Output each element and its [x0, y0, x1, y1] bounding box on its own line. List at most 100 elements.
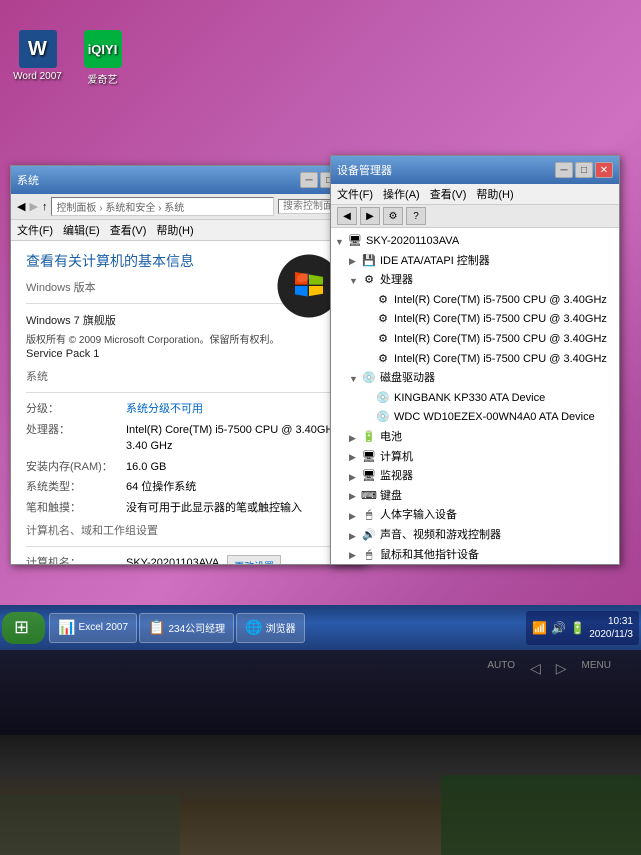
rating-value[interactable]: 系统分级不可用 [126, 401, 203, 418]
devmgr-properties-btn[interactable]: ⚙ [383, 207, 403, 225]
desktop: W Word 2007 iQIYI 爱奇艺 系统 ─ □ ✕ ◀ ▶ ↑ [0, 0, 641, 855]
menu-file[interactable]: 文件(F) [17, 222, 53, 238]
tree-arrow-battery: ▶ [349, 431, 361, 445]
bezel-btn1[interactable]: ◁ [530, 660, 541, 677]
system-section-label: 系统 [26, 368, 349, 384]
tree-root[interactable]: ▼ 🖥 SKY-20201103AVA [335, 232, 615, 252]
tree-ide[interactable]: ▶ 💾 IDE ATA/ATAPI 控制器 [335, 252, 615, 272]
tree-label-cpu1: Intel(R) Core(TM) i5-7500 CPU @ 3.40GHz [394, 292, 607, 310]
cpu4-icon: ⚙ [375, 352, 391, 366]
tree-cpu2[interactable]: ▶ ⚙ Intel(R) Core(TM) i5-7500 CPU @ 3.40… [335, 310, 615, 330]
tree-label-mouse: 鼠标和其他指针设备 [380, 547, 479, 565]
desktop-icon-iqiyi[interactable]: iQIYI 爱奇艺 [75, 30, 130, 86]
devmgr-menu-help[interactable]: 帮助(H) [476, 186, 513, 202]
monitor-bezel: AUTO ◁ ▷ MENU [0, 650, 641, 855]
tray-network-icon[interactable]: 📶 [532, 621, 547, 635]
toolbar-forward-icon[interactable]: ▶ [29, 200, 37, 213]
devmgr-back-btn[interactable]: ◀ [337, 207, 357, 225]
battery-icon: 🔋 [361, 431, 377, 445]
devmgr-forward-btn[interactable]: ▶ [360, 207, 380, 225]
toolbar-up-icon[interactable]: ↑ [42, 201, 48, 213]
tree-arrow-keyboard: ▶ [349, 489, 361, 503]
sysinfo-content: 查看有关计算机的基本信息 Windows 版本 Windows 7 旗舰版 版权… [11, 241, 364, 564]
sysinfo-toolbar: ◀ ▶ ↑ 控制面板 › 系统和安全 › 系统 [11, 194, 364, 220]
tree-label-disk2: WDC WD10EZEX-00WN4A0 ATA Device [394, 409, 595, 427]
tree-arrow-monitor: ▶ [349, 470, 361, 484]
tray-volume-icon[interactable]: 🔊 [551, 621, 566, 635]
ram-value: 16.0 GB [126, 459, 166, 476]
bezel-auto-btn[interactable]: AUTO [487, 660, 515, 677]
tray-battery-icon[interactable]: 🔋 [570, 621, 585, 635]
cpu2-icon: ⚙ [375, 313, 391, 327]
devmgr-tree: ▼ 🖥 SKY-20201103AVA ▶ 💾 IDE ATA/ATAPI 控制… [331, 228, 619, 564]
tree-disk1[interactable]: ▶ 💿 KINGBANK KP330 ATA Device [335, 389, 615, 409]
tree-cpu4[interactable]: ▶ ⚙ Intel(R) Core(TM) i5-7500 CPU @ 3.40… [335, 350, 615, 370]
devmgr-help-btn[interactable]: ? [406, 207, 426, 225]
sysinfo-window: 系统 ─ □ ✕ ◀ ▶ ↑ 控制面板 › 系统和安全 › 系统 文件(F) 编… [10, 165, 365, 565]
tree-processor-group[interactable]: ▼ ⚙ 处理器 [335, 271, 615, 291]
tree-arrow-disk: ▼ [349, 372, 361, 386]
tree-label-computer: 计算机 [380, 449, 413, 467]
tree-label-cpu4: Intel(R) Core(TM) i5-7500 CPU @ 3.40GHz [394, 351, 607, 369]
menu-view[interactable]: 查看(V) [110, 222, 147, 238]
disk2-icon: 💿 [375, 411, 391, 425]
tree-cpu3[interactable]: ▶ ⚙ Intel(R) Core(TM) i5-7500 CPU @ 3.40… [335, 330, 615, 350]
tree-computer[interactable]: ▶ 🖥 计算机 [335, 448, 615, 468]
tree-battery[interactable]: ▶ 🔋 电池 [335, 428, 615, 448]
taskbar-item-excel[interactable]: 📊 Excel 2007 [49, 613, 137, 643]
word-icon: W [19, 30, 57, 68]
manager-taskbar-icon: 📋 [148, 619, 165, 636]
menu-help[interactable]: 帮助(H) [156, 222, 193, 238]
processor-row: 处理器： Intel(R) Core(TM) i5-7500 CPU @ 3.4… [26, 422, 349, 455]
browser-taskbar-icon: 🌐 [245, 619, 262, 636]
computer-section-label: 计算机名、域和工作组设置 [26, 522, 349, 538]
bezel-menu-btn[interactable]: MENU [582, 660, 611, 677]
devmgr-menu-file[interactable]: 文件(F) [337, 186, 373, 202]
bezel-btn2[interactable]: ▷ [556, 660, 567, 677]
devmgr-minimize-button[interactable]: ─ [555, 162, 573, 178]
start-orb: ⊞ [14, 617, 29, 638]
tree-keyboard[interactable]: ▶ ⌨ 键盘 [335, 487, 615, 507]
devmgr-maximize-button[interactable]: □ [575, 162, 593, 178]
computer-icon: 🖥 [347, 235, 363, 249]
tree-label-battery: 电池 [380, 429, 402, 447]
tree-arrow-processor: ▼ [349, 274, 361, 288]
change-settings-button[interactable]: 更改设置 [227, 555, 281, 564]
tree-label-processor-group: 处理器 [380, 272, 413, 290]
tree-cpu1[interactable]: ▶ ⚙ Intel(R) Core(TM) i5-7500 CPU @ 3.40… [335, 291, 615, 311]
system-clock[interactable]: 10:31 2020/11/3 [589, 615, 633, 641]
touch-label: 笔和触摸： [26, 500, 126, 517]
tree-arrow-ide: ▶ [349, 254, 361, 268]
minimize-button[interactable]: ─ [300, 172, 318, 188]
devmgr-menu-action[interactable]: 操作(A) [383, 186, 420, 202]
taskbar-item-browser[interactable]: 🌐 浏览器 [236, 613, 304, 643]
clock-date: 2020/11/3 [589, 628, 633, 641]
taskbar-excel-label: Excel 2007 [79, 622, 128, 633]
tree-hid[interactable]: ▶ 🖱 人体字输入设备 [335, 506, 615, 526]
taskbar-item-manager[interactable]: 📋 234公司经理 [139, 613, 234, 643]
tree-label-disk1: KINGBANK KP330 ATA Device [394, 390, 545, 408]
tree-sound[interactable]: ▶ 🔊 声音、视频和游戏控制器 [335, 526, 615, 546]
tree-mouse[interactable]: ▶ 🖱 鼠标和其他指针设备 [335, 546, 615, 565]
tree-disk-group[interactable]: ▼ 💿 磁盘驱动器 [335, 369, 615, 389]
tree-monitor[interactable]: ▶ 🖥 监视器 [335, 467, 615, 487]
desktop-icon-word[interactable]: W Word 2007 [10, 30, 65, 86]
rating-label: 分级： [26, 401, 126, 418]
toolbar-back-icon[interactable]: ◀ [17, 200, 25, 213]
sysinfo-titlebar: 系统 ─ □ ✕ [11, 166, 364, 194]
processor-label: 处理器： [26, 422, 126, 455]
menu-edit[interactable]: 编辑(E) [63, 222, 100, 238]
devmgr-menu-view[interactable]: 查看(V) [430, 186, 467, 202]
breadcrumb-path[interactable]: 控制面板 › 系统和安全 › 系统 [51, 197, 274, 216]
system-tray: 📶 🔊 🔋 10:31 2020/11/3 [526, 611, 639, 645]
start-button[interactable]: ⊞ [2, 612, 45, 644]
iqiyi-icon-label: 爱奇艺 [88, 71, 118, 86]
devmgr-close-button[interactable]: ✕ [595, 162, 613, 178]
tree-arrow-mouse: ▶ [349, 548, 361, 562]
word-icon-label: Word 2007 [13, 71, 62, 82]
devmgr-toolbar: ◀ ▶ ⚙ ? [331, 205, 619, 228]
ram-label: 安装内存(RAM)： [26, 459, 126, 476]
tree-disk2[interactable]: ▶ 💿 WDC WD10EZEX-00WN4A0 ATA Device [335, 408, 615, 428]
keyboard-icon: ⌨ [361, 490, 377, 504]
devmgr-window: 设备管理器 ─ □ ✕ 文件(F) 操作(A) 查看(V) 帮助(H) ◀ ▶ … [330, 155, 620, 565]
